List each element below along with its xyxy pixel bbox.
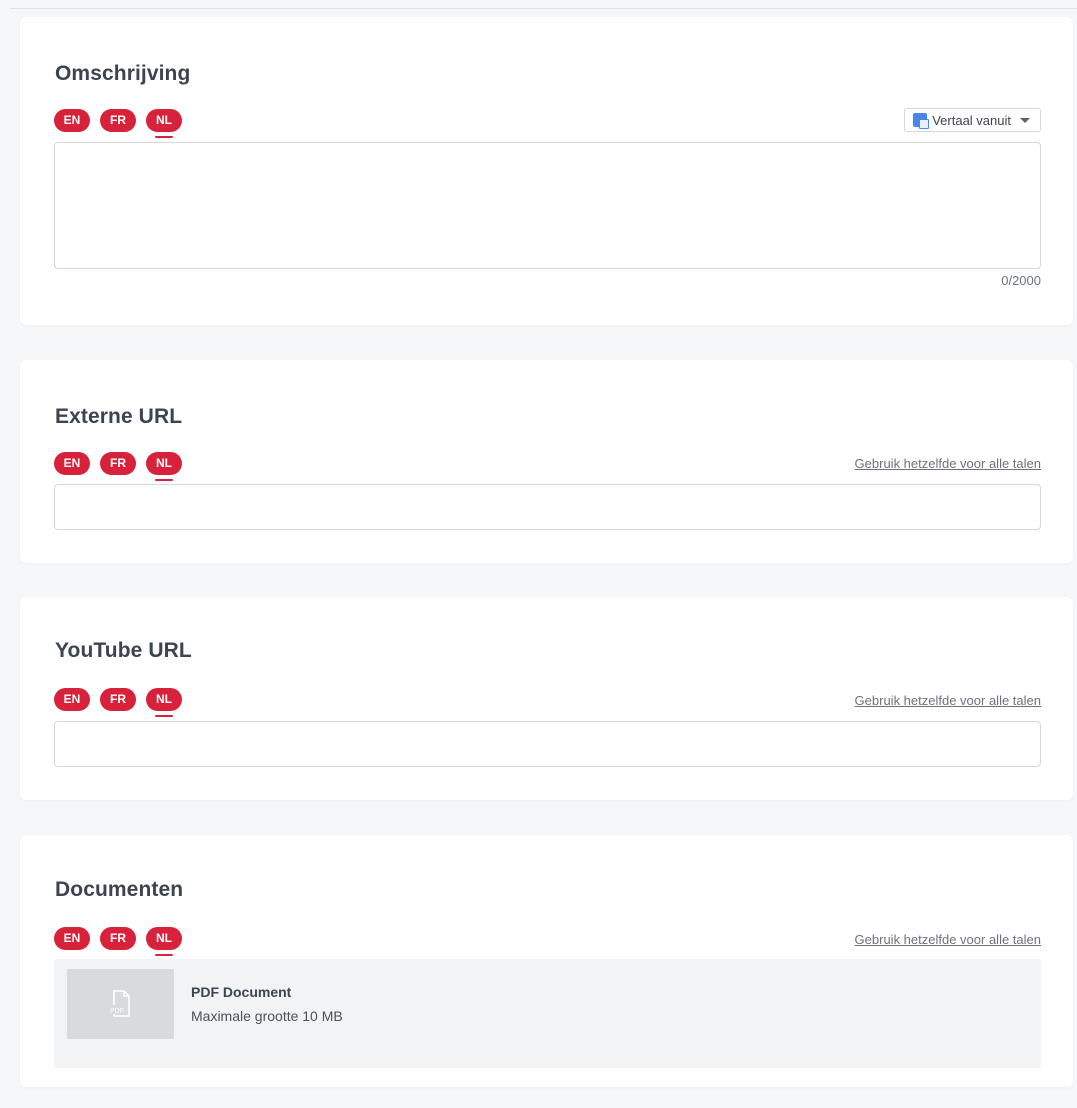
- character-counter: 0/2000: [1001, 273, 1041, 288]
- pdf-upload-dropzone[interactable]: PDF PDF Document Maximale grootte 10 MB: [54, 959, 1041, 1068]
- documents-title: Documenten: [55, 878, 184, 901]
- pdf-icon-label: PDF: [110, 1008, 124, 1015]
- lang-tab-en[interactable]: EN: [54, 109, 90, 132]
- top-divider: [10, 8, 1077, 9]
- language-tabs: EN FR NL: [54, 452, 182, 481]
- external-url-card: Externe URL EN FR NL Gebruik hetzelfde v…: [20, 360, 1073, 563]
- lang-tab-nl[interactable]: NL: [146, 109, 182, 138]
- use-same-for-all-languages-link[interactable]: Gebruik hetzelfde voor alle talen: [855, 456, 1041, 471]
- language-tabs: EN FR NL: [54, 688, 182, 717]
- lang-tab-fr[interactable]: FR: [100, 452, 136, 475]
- caret-down-icon: [1020, 117, 1030, 123]
- use-same-for-all-languages-link[interactable]: Gebruik hetzelfde voor alle talen: [855, 932, 1041, 947]
- upload-title: PDF Document: [191, 984, 292, 1000]
- external-url-title: Externe URL: [55, 405, 183, 428]
- lang-tab-en[interactable]: EN: [54, 927, 90, 950]
- description-title: Omschrijving: [55, 62, 191, 85]
- lang-tab-fr[interactable]: FR: [100, 109, 136, 132]
- lang-tab-nl[interactable]: NL: [146, 927, 182, 956]
- use-same-for-all-languages-link[interactable]: Gebruik hetzelfde voor alle talen: [855, 693, 1041, 708]
- lang-tab-fr[interactable]: FR: [100, 688, 136, 711]
- lang-tab-en[interactable]: EN: [54, 688, 90, 711]
- description-textarea[interactable]: [54, 142, 1041, 269]
- youtube-url-input[interactable]: [54, 721, 1041, 767]
- youtube-url-card: YouTube URL EN FR NL Gebruik hetzelfde v…: [20, 597, 1073, 800]
- lang-tab-en[interactable]: EN: [54, 452, 90, 475]
- translate-label: Vertaal vanuit: [932, 112, 1011, 128]
- upload-max-size: Maximale grootte 10 MB: [191, 1008, 343, 1024]
- pdf-file-icon: PDF: [108, 990, 130, 1017]
- documents-card: Documenten EN FR NL Gebruik hetzelfde vo…: [20, 835, 1073, 1087]
- external-url-input[interactable]: [54, 484, 1041, 530]
- youtube-url-title: YouTube URL: [55, 639, 192, 662]
- lang-tab-nl[interactable]: NL: [146, 688, 182, 717]
- google-translate-icon: [913, 113, 930, 129]
- description-card: Omschrijving EN FR NL Vertaal vanuit 0/2…: [20, 17, 1073, 325]
- language-tabs: EN FR NL: [54, 109, 182, 138]
- language-tabs: EN FR NL: [54, 927, 182, 956]
- lang-tab-nl[interactable]: NL: [146, 452, 182, 481]
- lang-tab-fr[interactable]: FR: [100, 927, 136, 950]
- translate-from-dropdown[interactable]: Vertaal vanuit: [904, 108, 1041, 132]
- pdf-thumbnail: PDF: [67, 969, 174, 1039]
